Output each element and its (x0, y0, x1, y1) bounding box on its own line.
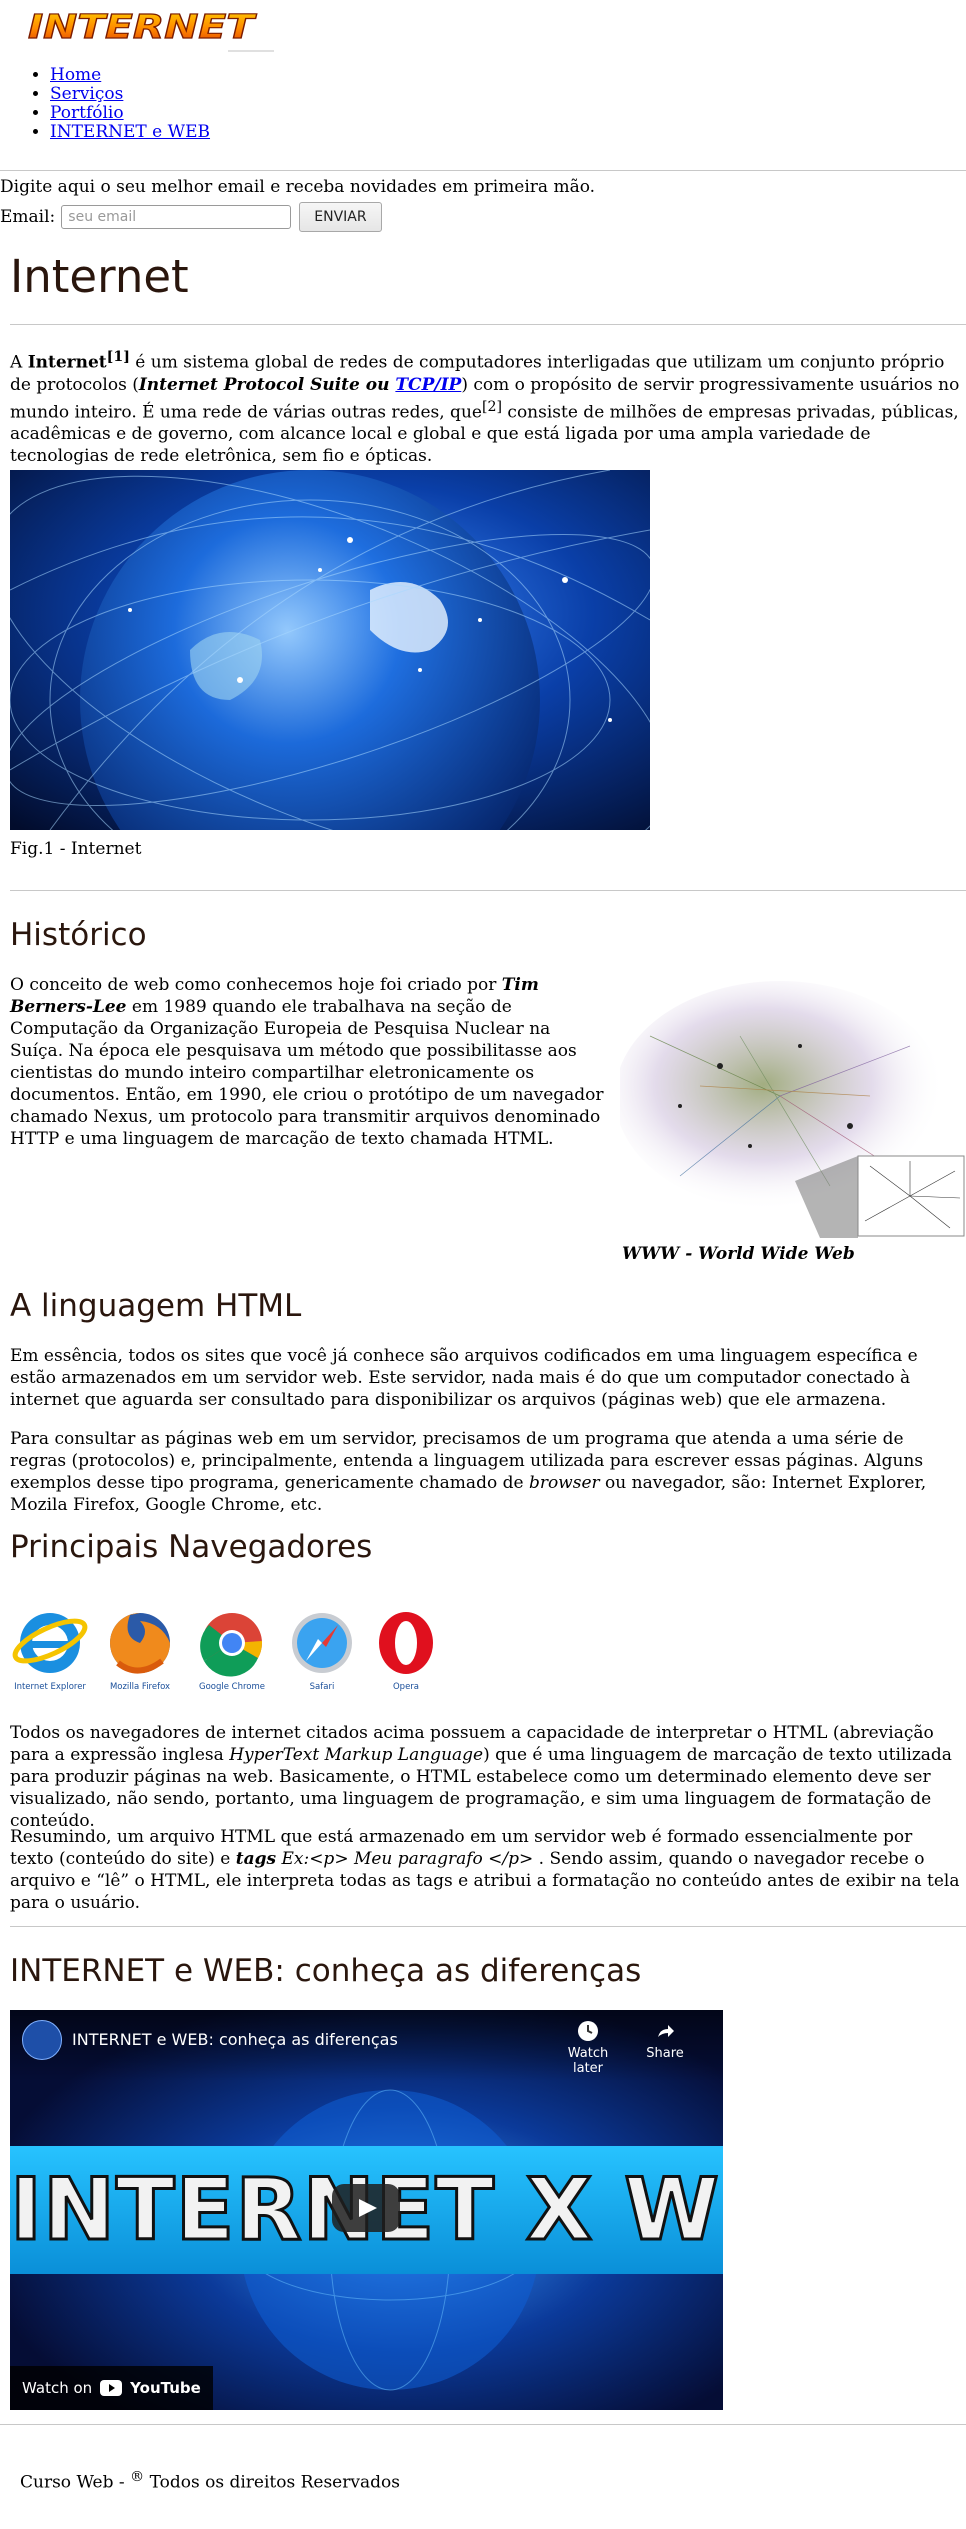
historico-paragraph: O conceito de web como conhecemos hoje f… (10, 975, 604, 1149)
browser-label-opera: Opera (393, 1682, 419, 1692)
watch-later-button[interactable]: Watch later (558, 2020, 618, 2076)
share-button[interactable]: Share (640, 2020, 690, 2061)
browser-label-ie: Internet Explorer (14, 1682, 86, 1692)
www-network-image (615, 976, 966, 1238)
email-label: Email: (0, 207, 56, 227)
watch-on-label: Watch on (22, 2379, 93, 2397)
navegadores-paragraph-1: Todos os navegadores de internet citados… (10, 1723, 952, 1831)
youtube-video-embed[interactable]: INTERNET X WEB INTERNET e WEB: conheça a… (10, 2010, 723, 2410)
browser-label-chrome: Google Chrome (199, 1682, 265, 1692)
internet-globe-image (10, 470, 650, 830)
nav-servicos[interactable]: Serviços (50, 84, 123, 104)
share-label: Share (646, 2046, 684, 2061)
play-button[interactable] (332, 2184, 400, 2232)
send-button[interactable]: ENVIAR (299, 202, 382, 232)
section-divider-1 (10, 890, 966, 891)
www-caption: WWW - World Wide Web (622, 1244, 855, 1264)
browsers-logos: Internet Explorer Mozilla Firefox Google… (8, 1605, 438, 1695)
html-paragraph-1: Em essência, todos os sites que você já … (10, 1346, 918, 1410)
fig1-caption: Fig.1 - Internet (10, 839, 142, 859)
newsletter-text: Digite aqui o seu melhor email e receba … (0, 177, 596, 197)
newsletter-form: Email: ENVIAR (0, 202, 382, 232)
nav-portfolio[interactable]: Portfólio (50, 103, 124, 123)
firefox-icon (110, 1613, 170, 1674)
youtube-logo-icon (100, 2380, 123, 2396)
footer-divider (0, 2424, 966, 2425)
logo-text: INTERNET (28, 8, 257, 46)
clock-icon (578, 2021, 598, 2041)
browser-label-safari: Safari (310, 1682, 335, 1692)
html-section-title: A linguagem HTML (10, 1288, 302, 1324)
video-section-title: INTERNET e WEB: conheça as diferenças (10, 1953, 642, 1989)
watch-later-label: Watch later (567, 2046, 609, 2076)
navegadores-title: Principais Navegadores (10, 1529, 373, 1565)
chrome-icon (200, 1613, 262, 1677)
channel-avatar[interactable] (22, 2020, 62, 2060)
browser-label-firefox: Mozilla Firefox (110, 1682, 170, 1692)
youtube-wordmark: YouTube (130, 2379, 201, 2397)
nav-home[interactable]: Home (50, 65, 101, 85)
footer-text: Curso Web - ® Todos os direitos Reservad… (20, 2469, 400, 2493)
safari-icon (292, 1613, 352, 1673)
historico-title: Histórico (10, 917, 147, 953)
tcpip-link[interactable]: TCP/IP (395, 375, 461, 395)
title-divider (10, 324, 966, 325)
intro-paragraph: A Internet[1] é um sistema global de red… (10, 349, 960, 467)
section-divider-2 (10, 1926, 966, 1927)
video-title[interactable]: INTERNET e WEB: conheça as diferenças (72, 2030, 398, 2049)
share-arrow-icon (658, 2025, 674, 2037)
email-field[interactable] (61, 205, 292, 229)
logo-underline (228, 50, 274, 52)
header-divider (0, 170, 966, 171)
play-icon (359, 2199, 377, 2217)
internet-explorer-icon (12, 1613, 88, 1673)
watch-on-youtube-button[interactable]: Watch on YouTube (10, 2366, 213, 2410)
main-nav: Home Serviços Portfólio INTERNET e WEB (24, 66, 210, 142)
navegadores-paragraph-2: Resumindo, um arquivo HTML que está arma… (10, 1827, 960, 1913)
html-paragraph-2: Para consultar as páginas web em um serv… (10, 1429, 927, 1515)
site-logo[interactable]: INTERNET (24, 6, 260, 46)
nav-internet-web[interactable]: INTERNET e WEB (50, 122, 210, 142)
page-title: Internet (10, 250, 189, 303)
opera-icon (379, 1612, 433, 1674)
